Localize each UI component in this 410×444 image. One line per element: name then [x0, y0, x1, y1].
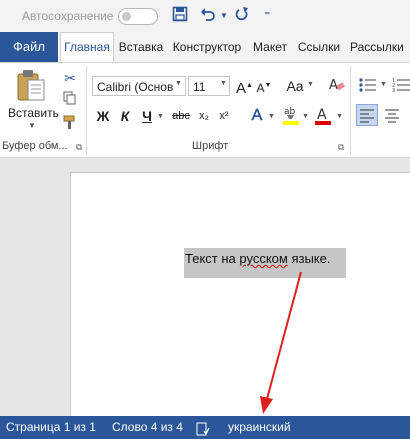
- proofing-icon[interactable]: [196, 421, 210, 444]
- page-count[interactable]: Страница 1 из 1: [6, 416, 96, 439]
- status-bar: Страница 1 из 1 Слово 4 из 4 украинский: [0, 416, 410, 439]
- language-indicator[interactable]: украинский: [228, 416, 291, 439]
- word-count[interactable]: Слово 4 из 4: [112, 416, 183, 439]
- annotation-arrow: [260, 271, 302, 414]
